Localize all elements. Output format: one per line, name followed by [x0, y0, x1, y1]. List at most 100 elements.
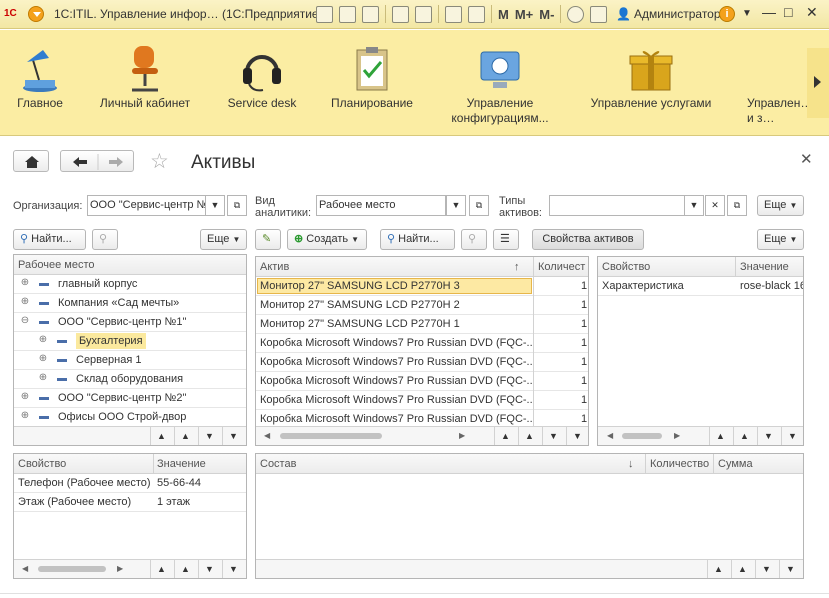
chevron-down-icon[interactable]: ▼	[446, 195, 466, 216]
tree-item[interactable]: ⊖ ООО "Сервис-центр №1"	[14, 313, 246, 332]
tree-item[interactable]: ⊕ Бухгалтерия	[14, 332, 246, 351]
last-page-icon[interactable]: ▼	[781, 427, 803, 445]
table-row[interactable]: Коробка Microsoft Windows7 Pro Russian D…	[256, 391, 588, 410]
tree-find-button[interactable]: ⚲ Найти...	[13, 229, 86, 250]
scroll-left-icon[interactable]: ◀	[607, 431, 613, 440]
analytics-field[interactable]: Рабочее место	[316, 195, 446, 216]
tree-item[interactable]: ⊕ Компания «Сад мечты»	[14, 294, 246, 313]
table-row[interactable]: Коробка Microsoft Windows7 Pro Russian D…	[256, 334, 588, 353]
open-icon[interactable]: ⧉	[469, 195, 489, 216]
document-icon[interactable]	[415, 5, 432, 23]
table-row[interactable]: Монитор 27" SAMSUNG LCD P2770H 2 1	[256, 296, 588, 315]
table-row[interactable]: Коробка Microsoft Windows7 Pro Russian D…	[256, 353, 588, 372]
last-page-icon[interactable]: ▼	[566, 427, 588, 445]
scrollbar-horizontal[interactable]	[38, 566, 106, 572]
tree-more-button[interactable]: Еще ▼	[200, 229, 247, 250]
table-row[interactable]: Этаж (Рабочее место) 1 этаж	[14, 493, 246, 512]
first-page-icon[interactable]: ▲	[709, 427, 731, 445]
tree-item[interactable]: ⊕ главный корпус	[14, 275, 246, 294]
edit-button[interactable]: ✎	[255, 229, 281, 250]
page-up-icon[interactable]: ▲	[733, 427, 755, 445]
expand-toggle-icon[interactable]: ⊕	[20, 278, 30, 288]
panels-icon[interactable]	[590, 5, 608, 23]
scroll-left-icon[interactable]: ◀	[22, 564, 28, 573]
scrollbar-horizontal[interactable]	[622, 433, 662, 439]
first-page-icon[interactable]: ▲	[150, 427, 172, 445]
close-window-button[interactable]: ✕	[806, 4, 818, 21]
first-page-icon[interactable]: ▲	[150, 560, 172, 578]
last-page-icon[interactable]: ▼	[222, 427, 244, 445]
close-icon[interactable]: ✕	[800, 150, 813, 168]
page-down-icon[interactable]: ▼	[542, 427, 564, 445]
barcode-button[interactable]: ☰	[493, 229, 519, 250]
save-icon[interactable]	[316, 5, 333, 23]
memory-button[interactable]: M	[498, 7, 509, 22]
expand-toggle-icon[interactable]: ⊕	[38, 354, 48, 364]
page-up-icon[interactable]: ▲	[518, 427, 540, 445]
expand-toggle-icon[interactable]: ⊕	[38, 373, 48, 383]
page-down-icon[interactable]: ▼	[198, 560, 220, 578]
chevron-down-icon[interactable]: ▼	[205, 195, 225, 216]
maximize-button[interactable]: □	[784, 4, 792, 20]
user-menu[interactable]: 👤 Администратор	[616, 7, 721, 21]
page-up-icon[interactable]: ▲	[174, 560, 196, 578]
print-icon[interactable]	[339, 5, 356, 23]
page-down-icon[interactable]: ▼	[757, 427, 779, 445]
scroll-left-icon[interactable]: ◀	[264, 431, 270, 440]
expand-toggle-icon[interactable]: ⊕	[20, 411, 30, 421]
assets-find-button[interactable]: ⚲ Найти...	[380, 229, 455, 250]
scroll-right-icon[interactable]: ▶	[674, 431, 680, 440]
create-button[interactable]: ⊕ Создать ▼	[287, 229, 367, 250]
table-row[interactable]: Телефон (Рабочее место) 55-66-44	[14, 474, 246, 493]
scroll-right-icon[interactable]: ▶	[459, 431, 465, 440]
clear-icon[interactable]: ✕	[705, 195, 725, 216]
memory-minus-button[interactable]: M-	[539, 7, 554, 22]
first-page-icon[interactable]: ▲	[494, 427, 516, 445]
last-page-icon[interactable]: ▼	[222, 560, 244, 578]
expand-toggle-icon[interactable]: ⊖	[20, 316, 30, 326]
tree-item[interactable]: ⊕ Склад оборудования	[14, 370, 246, 389]
open-icon[interactable]: ⧉	[227, 195, 247, 216]
cancel-search-button[interactable]: ⚲	[461, 229, 487, 250]
types-field[interactable]	[549, 195, 685, 216]
scroll-right-icon[interactable]: ▶	[117, 564, 123, 573]
sort-arrow-icon[interactable]: ↑	[514, 261, 520, 273]
expand-toggle-icon[interactable]: ⊕	[38, 335, 48, 345]
tree-item[interactable]: ⊕ Офисы ООО Строй-двор	[14, 408, 246, 427]
minimize-button[interactable]: —	[762, 4, 776, 20]
expand-toggle-icon[interactable]: ⊕	[20, 297, 30, 307]
last-page-icon[interactable]: ▼	[779, 560, 801, 578]
home-button[interactable]	[13, 150, 49, 172]
open-icon[interactable]: ⧉	[727, 195, 747, 216]
sort-arrow-icon[interactable]: ↓	[628, 458, 634, 470]
more-button[interactable]: Еще ▼	[757, 195, 804, 216]
expand-toggle-icon[interactable]: ⊕	[20, 392, 30, 402]
info-icon[interactable]: i	[719, 6, 735, 22]
scrollbar-horizontal[interactable]	[280, 433, 382, 439]
calendar-icon[interactable]	[445, 5, 462, 23]
zoom-icon[interactable]	[567, 5, 585, 23]
org-field[interactable]: ООО "Сервис-центр №	[87, 195, 206, 216]
chevron-down-icon[interactable]: ▼	[684, 195, 704, 216]
table-row[interactable]: Коробка Microsoft Windows7 Pro Russian D…	[256, 372, 588, 391]
main-menu-button[interactable]	[28, 6, 44, 22]
table-row[interactable]: Монитор 27" SAMSUNG LCD P2770H 3 1	[256, 277, 588, 296]
first-page-icon[interactable]: ▲	[707, 560, 729, 578]
chevron-down-icon[interactable]: ▼	[742, 8, 752, 19]
table-row[interactable]: Характеристика rose-black 16	[598, 277, 803, 296]
cancel-search-button[interactable]: ⚲	[92, 229, 118, 250]
page-down-icon[interactable]: ▼	[755, 560, 777, 578]
tree-item[interactable]: ⊕ ООО "Сервис-центр №2"	[14, 389, 246, 408]
memory-plus-button[interactable]: M+	[515, 7, 533, 22]
preview-icon[interactable]	[362, 5, 379, 23]
page-up-icon[interactable]: ▲	[174, 427, 196, 445]
page-down-icon[interactable]: ▼	[198, 427, 220, 445]
calculator-icon[interactable]	[468, 5, 485, 23]
asset-properties-button[interactable]: Свойства активов	[532, 229, 644, 250]
table-row[interactable]: Монитор 27" SAMSUNG LCD P2770H 1 1	[256, 315, 588, 334]
scroll-right-icon[interactable]	[807, 48, 829, 118]
assets-more-button[interactable]: Еще ▼	[757, 229, 804, 250]
download-icon[interactable]	[392, 5, 409, 23]
tree-item[interactable]: ⊕ Серверная 1	[14, 351, 246, 370]
page-up-icon[interactable]: ▲	[731, 560, 753, 578]
